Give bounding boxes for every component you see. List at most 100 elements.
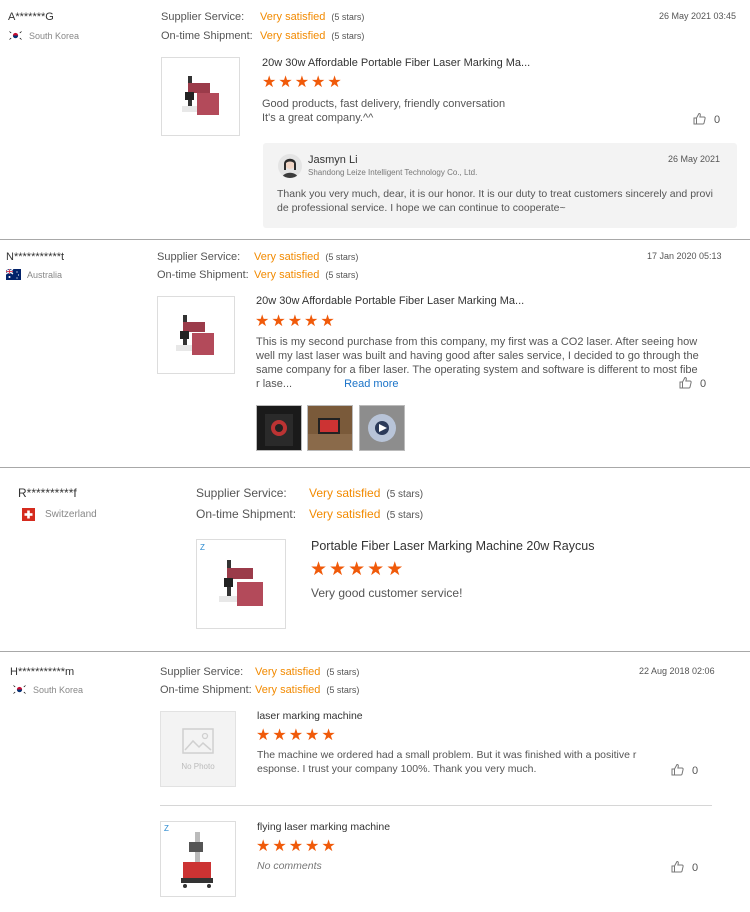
review-text-line: esponse. I trust your company 100%. Than… [257, 763, 537, 775]
shipment-stars: (5 stars) [326, 685, 360, 695]
review-photo[interactable] [256, 405, 302, 451]
star-rating: ★ ★ ★ ★ ★ [256, 728, 336, 744]
read-more-link[interactable]: Read more [344, 378, 398, 390]
review-text-fragment: r lase... [256, 378, 293, 390]
review-text: No comments [257, 860, 322, 872]
laser-machine-image: Z [200, 543, 263, 606]
like-count: 0 [692, 765, 699, 777]
reviewer-name: A*******G [8, 11, 54, 23]
shipment-stars: (5 stars) [331, 31, 365, 41]
shipment-stars: (5 stars) [386, 510, 424, 521]
like-button[interactable]: 0 [693, 112, 720, 128]
supplier-service-label: Supplier Service: [160, 666, 244, 678]
reply-text-line: de professional service. I hope we can c… [277, 202, 566, 214]
star-icon: ★ [272, 838, 287, 855]
product-title[interactable]: 20w 30w Affordable Portable Fiber Laser … [262, 57, 530, 69]
shipment-stars: (5 stars) [325, 270, 359, 280]
review-text: Very good customer service! [311, 586, 463, 600]
star-icon: ★ [305, 838, 320, 855]
supplier-reply: Jasmyn Li Shandong Leize Intelligent Tec… [263, 143, 737, 228]
thumbs-up-icon [671, 763, 684, 779]
product-title[interactable]: 20w 30w Affordable Portable Fiber Laser … [256, 295, 524, 307]
review-date: 26 May 2021 03:45 [659, 11, 737, 21]
like-button[interactable]: 0 [679, 376, 706, 392]
product-thumbnail[interactable]: Z [160, 821, 236, 897]
star-rating: ★ ★ ★ ★ ★ [255, 314, 335, 330]
review-text: Good products, fast delivery, friendly c… [262, 97, 505, 125]
review-date: 17 Jan 2020 05:13 [647, 251, 722, 261]
shipment-label: On-time Shipment: [196, 507, 297, 521]
no-photo-label: No Photo [181, 762, 215, 771]
thumbs-up-icon [679, 376, 692, 392]
star-icon: ★ [288, 727, 304, 744]
reviewer-name: N***********t [6, 251, 65, 263]
star-icon: ★ [327, 74, 342, 91]
product-title[interactable]: laser marking machine [257, 710, 363, 722]
reviewer-country: South Korea [12, 684, 83, 695]
product-title[interactable]: flying laser marking machine [257, 821, 390, 833]
star-rating: ★ ★ ★ ★ ★ [262, 75, 342, 91]
reply-date: 26 May 2021 [668, 154, 721, 164]
supplier-service-stars: (5 stars) [331, 12, 365, 22]
star-icon: ★ [256, 727, 271, 744]
review-card: H***********m South Korea Supplier Servi… [0, 652, 750, 912]
review-card: N***********t Australia Supplier Service… [0, 240, 750, 468]
supplier-service-label: Supplier Service: [161, 11, 245, 23]
star-icon: ★ [329, 559, 347, 580]
like-count: 0 [700, 378, 707, 390]
review-text-line: The machine we ordered had a small probl… [257, 749, 637, 761]
shipment-rating: Very satisfied (5 stars) [255, 684, 359, 696]
south-korea-flag-icon [8, 30, 23, 41]
review-photo[interactable] [307, 405, 353, 451]
laser-machine-image [176, 315, 214, 355]
flying-laser-machine-image: Z [164, 824, 213, 888]
supplier-service-value: Very satisfied [309, 486, 381, 500]
review-text: This is my second purchase from this com… [256, 335, 699, 391]
like-button[interactable]: 0 [671, 763, 698, 779]
reviewer-name: R**********f [18, 486, 77, 500]
shipment-label: On-time Shipment: [161, 30, 253, 42]
review-text-line: This is my second purchase from this com… [256, 336, 698, 348]
reviewer-country: South Korea [8, 30, 79, 41]
reply-company: Shandong Leize Intelligent Technology Co… [308, 168, 478, 177]
product-title[interactable]: Portable Fiber Laser Marking Machine 20w… [311, 539, 594, 553]
shipment-rating: Very satisfied (5 stars) [260, 30, 364, 42]
reviewer-country: Switzerland [22, 508, 97, 521]
laser-machine-image [182, 76, 219, 115]
supplier-service-label: Supplier Service: [196, 486, 287, 500]
reply-text-line: Thank you very much, dear, it is our hon… [277, 188, 713, 200]
shipment-label: On-time Shipment: [160, 684, 252, 696]
review-text-line: well my last laser was built and having … [256, 350, 699, 362]
star-icon: ★ [294, 74, 310, 91]
review-text-line: Good products, fast delivery, friendly c… [262, 98, 506, 110]
avatar [278, 154, 302, 178]
star-icon: ★ [310, 559, 328, 580]
review-text-line: It's a great company.^^ [262, 112, 374, 124]
country-name: Australia [27, 269, 63, 280]
star-icon: ★ [321, 727, 336, 744]
like-button[interactable]: 0 [671, 860, 698, 876]
star-icon: ★ [305, 727, 320, 744]
shipment-rating: Very satisfied (5 stars) [309, 507, 423, 521]
supplier-service-stars: (5 stars) [386, 489, 424, 500]
thumbs-up-icon [671, 860, 684, 876]
review-photo[interactable] [359, 405, 405, 451]
like-count: 0 [714, 114, 721, 126]
review-text-line: r lase... Read more [256, 377, 699, 391]
supplier-service-stars: (5 stars) [326, 667, 360, 677]
star-icon: ★ [320, 313, 335, 330]
product-thumbnail[interactable] [161, 57, 240, 136]
star-icon: ★ [311, 74, 326, 91]
product-thumbnail[interactable]: Z [196, 539, 286, 629]
country-name: Switzerland [45, 509, 97, 520]
like-count: 0 [692, 862, 699, 874]
star-icon: ★ [367, 559, 385, 580]
product-thumbnail-placeholder[interactable]: No Photo [160, 711, 236, 787]
review-card: R**********f Switzerland Supplier Servic… [0, 468, 750, 652]
svg-text:Z: Z [164, 824, 169, 833]
supplier-service-rating: Very satisfied (5 stars) [260, 11, 364, 23]
country-name: South Korea [33, 684, 84, 695]
star-icon: ★ [262, 74, 277, 91]
product-thumbnail[interactable] [157, 296, 235, 374]
reply-text: Thank you very much, dear, it is our hon… [277, 187, 713, 215]
